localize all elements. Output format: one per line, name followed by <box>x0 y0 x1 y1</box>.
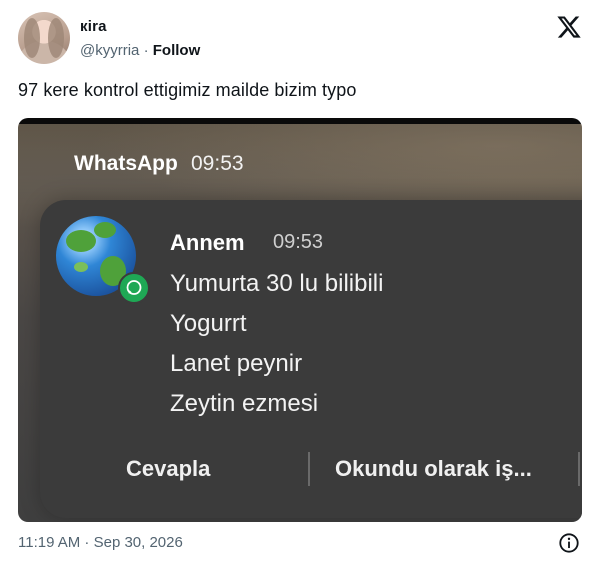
notification-actions: Cevapla Okundu olarak iş... <box>40 450 582 494</box>
author-name[interactable]: кira <box>80 18 107 35</box>
app-time: 09:53 <box>191 152 244 175</box>
app-name: WhatsApp <box>74 152 178 175</box>
avatar[interactable] <box>18 12 70 64</box>
divider <box>308 452 310 486</box>
message-line: Zeytin ezmesi <box>170 390 319 417</box>
whatsapp-icon <box>118 272 150 304</box>
mark-as-read-button[interactable]: Okundu olarak iş... <box>335 456 532 482</box>
handle-row: @kyyrria · Follow <box>80 42 200 59</box>
info-icon[interactable] <box>558 532 580 554</box>
separator: · <box>143 42 149 59</box>
tweet-text: 97 kere kontrol ettigimiz mailde bizim t… <box>18 80 357 100</box>
tweet-media[interactable]: WhatsApp 09:53 Annem 09:53 Yumurta 30 lu… <box>18 118 582 522</box>
notification-card: Annem 09:53 Yumurta 30 lu bilibili Yogur… <box>40 200 582 518</box>
sender-name: Annem <box>170 230 245 255</box>
message-line: Yogurrt <box>170 310 247 337</box>
tweet-timestamp[interactable]: 11:19 AM · Sep 30, 2026 <box>18 534 183 551</box>
divider <box>578 452 580 486</box>
x-logo-icon[interactable] <box>556 14 582 40</box>
message-line: Yumurta 30 lu bilibili <box>170 270 384 297</box>
tweet-header: кira @kyyrria · Follow <box>18 12 582 66</box>
message-line: Lanet peynir <box>170 350 303 377</box>
reply-button[interactable]: Cevapla <box>126 456 210 482</box>
message-time: 09:53 <box>273 231 324 253</box>
follow-button[interactable]: Follow <box>153 42 201 59</box>
author-handle[interactable]: @kyyrria <box>80 42 139 59</box>
